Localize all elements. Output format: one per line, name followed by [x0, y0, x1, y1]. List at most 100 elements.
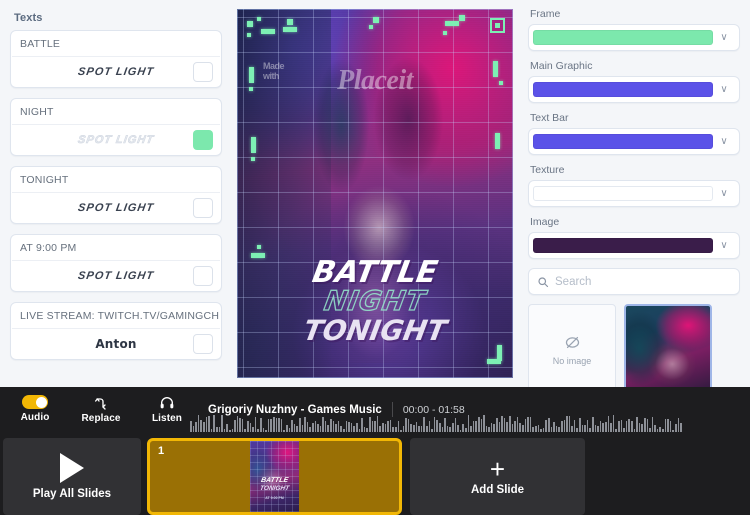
- replace-icon: [93, 395, 109, 410]
- color-select-frame[interactable]: ∨: [528, 24, 740, 51]
- font-name-label[interactable]: Anton: [95, 337, 136, 351]
- field-label: Text Bar: [530, 112, 569, 124]
- pixel-decoration: [287, 19, 293, 25]
- text-card-value[interactable]: BATTLE: [11, 31, 221, 56]
- pixel-decoration: [261, 29, 275, 34]
- image-off-icon: [565, 336, 579, 349]
- add-slide-button[interactable]: + Add Slide: [410, 438, 585, 515]
- replace-tool[interactable]: Replace: [78, 395, 124, 424]
- slides-row: Play All Slides 1 BATTLE TONIGHT AT 9:00…: [0, 432, 750, 515]
- waveform-bar: [586, 419, 589, 432]
- waveform-bar: [607, 416, 610, 432]
- color-preview[interactable]: [533, 82, 713, 97]
- audio-waveform[interactable]: [188, 414, 750, 432]
- text-card-value[interactable]: LIVE STREAM: TWITCH.TV/GAMINGCH: [11, 303, 221, 328]
- font-name-label[interactable]: SPOT LIGHT: [77, 133, 156, 146]
- waveform-bar: [267, 419, 270, 432]
- waveform-bar: [501, 415, 503, 432]
- waveform-bar: [405, 418, 407, 432]
- pixel-square-icon: [490, 18, 505, 33]
- waveform-bar: [423, 417, 426, 432]
- waveform-bar: [514, 421, 516, 432]
- waveform-bar: [524, 418, 527, 432]
- pixel-decoration: [493, 61, 498, 77]
- color-select-main-graphic[interactable]: ∨: [528, 76, 740, 103]
- waveform-bar: [509, 416, 511, 432]
- pixel-decoration: [251, 157, 255, 161]
- text-card[interactable]: TONIGHT SPOT LIGHT: [10, 166, 222, 224]
- text-card[interactable]: LIVE STREAM: TWITCH.TV/GAMINGCH Anton: [10, 302, 222, 360]
- chevron-down-icon[interactable]: ∨: [713, 136, 735, 147]
- panel-title-texts: Texts: [14, 12, 43, 24]
- design-canvas[interactable]: Made with Placeit BATTLE NIGHT TONIGHT: [237, 9, 513, 378]
- waveform-bar: [646, 418, 649, 432]
- waveform-bar: [506, 422, 509, 432]
- text-card-value[interactable]: AT 9:00 PM: [11, 235, 221, 260]
- text-card-footer: SPOT LIGHT: [11, 261, 221, 291]
- waveform-bar: [579, 417, 581, 432]
- waveform-bar: [519, 423, 521, 432]
- waveform-bar: [462, 423, 464, 432]
- chevron-down-icon[interactable]: ∨: [713, 188, 735, 199]
- field-main-graphic: Main Graphic ∨: [528, 60, 740, 103]
- color-preview[interactable]: [533, 238, 713, 253]
- waveform-bar: [498, 422, 501, 432]
- canvas-text-battle[interactable]: BATTLE: [237, 255, 513, 290]
- chevron-down-icon[interactable]: ∨: [713, 84, 735, 95]
- waveform-bar: [638, 422, 641, 432]
- thumbnail-no-image[interactable]: No image: [528, 304, 616, 387]
- pixel-decoration: [249, 87, 253, 91]
- color-swatch[interactable]: [193, 334, 213, 354]
- color-preview[interactable]: [533, 30, 713, 45]
- play-all-slides-button[interactable]: Play All Slides: [3, 438, 141, 515]
- color-preview[interactable]: [533, 186, 713, 201]
- text-card-footer: SPOT LIGHT: [11, 125, 221, 155]
- text-card[interactable]: BATTLE SPOT LIGHT: [10, 30, 222, 88]
- waveform-bar: [415, 422, 418, 432]
- canvas-text-tonight[interactable]: TONIGHT: [237, 314, 513, 347]
- color-select-text-bar[interactable]: ∨: [528, 128, 740, 155]
- pixel-decoration: [283, 27, 297, 32]
- listen-tool[interactable]: Listen: [144, 395, 190, 424]
- color-preview[interactable]: [533, 134, 713, 149]
- waveform-bar: [568, 416, 571, 432]
- pixel-decoration: [459, 15, 465, 21]
- search-input[interactable]: [555, 275, 731, 288]
- chevron-down-icon[interactable]: ∨: [713, 240, 735, 251]
- font-name-label[interactable]: SPOT LIGHT: [77, 66, 155, 78]
- slide-item[interactable]: 1 BATTLE TONIGHT AT 9:00 PM: [147, 438, 402, 515]
- text-card-value[interactable]: NIGHT: [11, 99, 221, 124]
- color-swatch[interactable]: [193, 266, 213, 286]
- waveform-bar: [384, 424, 387, 432]
- text-card-value[interactable]: TONIGHT: [11, 167, 221, 192]
- waveform-bar: [190, 421, 192, 432]
- color-swatch[interactable]: [193, 62, 213, 82]
- slide-thumbnail[interactable]: BATTLE TONIGHT AT 9:00 PM: [250, 441, 299, 512]
- text-card[interactable]: AT 9:00 PM SPOT LIGHT: [10, 234, 222, 292]
- waveform-bar: [389, 419, 392, 432]
- waveform-bar: [197, 415, 200, 432]
- waveform-bar: [537, 424, 540, 432]
- waveform-bar: [387, 420, 389, 432]
- pixel-decoration: [257, 245, 261, 249]
- audio-toggle[interactable]: [22, 395, 48, 409]
- text-card[interactable]: NIGHT SPOT LIGHT: [10, 98, 222, 156]
- image-search-box[interactable]: [528, 268, 740, 295]
- canvas-text-night[interactable]: NIGHT: [237, 285, 513, 317]
- color-select-texture[interactable]: ∨: [528, 180, 740, 207]
- waveform-bar: [306, 421, 309, 432]
- font-name-label[interactable]: SPOT LIGHT: [77, 202, 155, 214]
- thumbnail-photo[interactable]: [624, 304, 712, 387]
- slides-strip: 1 BATTLE TONIGHT AT 9:00 PM + Add Slide: [147, 438, 585, 515]
- color-select-image[interactable]: ∨: [528, 232, 740, 259]
- color-swatch[interactable]: [193, 198, 213, 218]
- waveform-bar: [337, 421, 340, 432]
- chevron-down-icon[interactable]: ∨: [713, 32, 735, 43]
- font-name-label[interactable]: SPOT LIGHT: [77, 270, 155, 282]
- waveform-bar: [371, 420, 374, 432]
- waveform-bar: [381, 422, 384, 432]
- search-icon: [538, 276, 549, 287]
- color-swatch[interactable]: [193, 130, 213, 150]
- audio-toggle-tool[interactable]: Audio: [12, 395, 58, 423]
- waveform-bar: [247, 420, 249, 432]
